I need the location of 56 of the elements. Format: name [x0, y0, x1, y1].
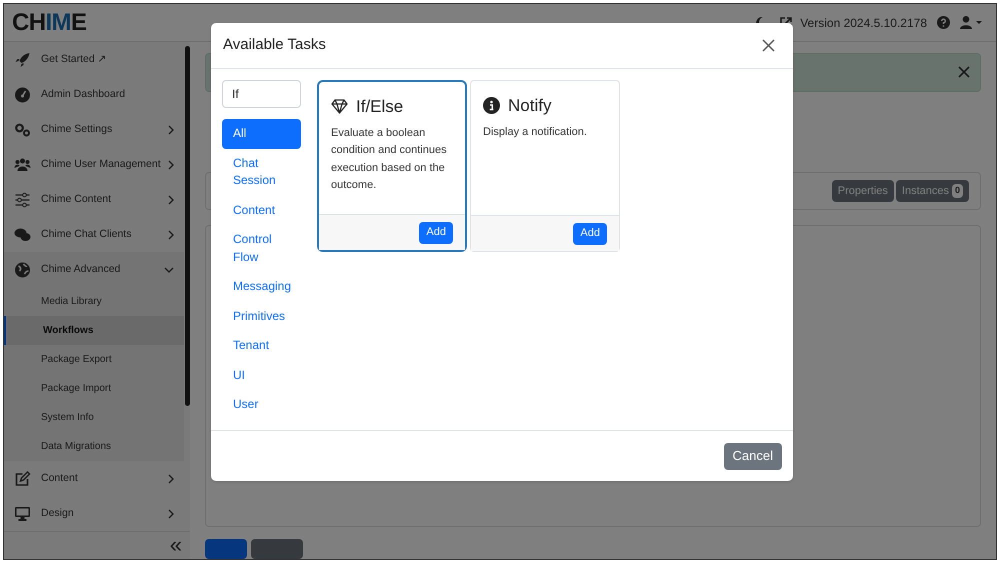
info-icon [483, 97, 500, 114]
search-field[interactable]: If [222, 80, 301, 108]
sidebar-subitem[interactable]: Media Library [4, 287, 184, 316]
sidebar-item[interactable]: Chime Chat Clients [4, 217, 184, 252]
task-description: Display a notification. [483, 124, 588, 140]
count-badge: 0 [952, 184, 963, 198]
add-button[interactable]: Add [419, 222, 453, 244]
sidebar-item[interactable]: Content [4, 461, 184, 496]
globe-icon [13, 262, 32, 278]
user-menu-icon[interactable] [960, 16, 982, 29]
users-icon [13, 156, 32, 172]
category-tab[interactable]: User [222, 390, 301, 420]
task-title: Notify [508, 95, 552, 117]
sidebar-item[interactable]: Chime Content [4, 182, 184, 217]
toolbar-button[interactable]: Properties [832, 180, 894, 202]
category-tab[interactable]: Content [222, 196, 301, 225]
category-tab[interactable]: Control Flow [222, 225, 301, 272]
sidebar-item[interactable]: Admin Dashboard [4, 77, 184, 112]
cancel-button[interactable]: Cancel [724, 442, 782, 470]
sidebar-subitem[interactable]: Data Migrations [4, 432, 184, 461]
chat-bubbles-icon [13, 226, 32, 242]
task-title: If/Else [356, 96, 404, 118]
sidebar-subitem[interactable]: Package Export [4, 345, 184, 374]
sidebar-item[interactable]: Design [4, 496, 184, 531]
category-tab[interactable]: Chat Session [222, 148, 301, 196]
task-card[interactable]: If/Else Evaluate a boolean condition and continues execution based on the outcome. Add [317, 80, 467, 252]
collapse-sidebar-button[interactable]: « [166, 534, 186, 556]
desktop-icon [13, 506, 32, 522]
diamond-icon [331, 99, 348, 114]
category-tab[interactable]: UI [222, 360, 301, 390]
sidebar-subitem[interactable]: System Info [4, 403, 184, 432]
add-button[interactable]: Add [573, 222, 607, 244]
modal-title: Available Tasks [223, 35, 326, 56]
sidebar-item[interactable]: Chime User Management [4, 147, 184, 182]
scrollbar[interactable] [185, 46, 190, 406]
category-tab[interactable]: Primitives [222, 302, 301, 331]
sidebar-item[interactable]: Get Started ↗ [4, 42, 184, 77]
gauge-icon [13, 86, 32, 102]
version-text: Version 2024.5.10.2178 [800, 14, 927, 32]
task-description: Evaluate a boolean condition and continues execution based on the outcome. [331, 126, 448, 193]
logo[interactable]: CHIME [12, 4, 86, 40]
category-tab[interactable]: All [222, 119, 301, 148]
close-icon[interactable] [762, 39, 775, 52]
category-tab[interactable]: Tenant [222, 331, 301, 360]
task-card[interactable]: Notify Display a notification. Add [470, 80, 620, 252]
category-tab[interactable]: Messaging [222, 272, 301, 302]
sidebar-item[interactable]: Chime Settings [4, 112, 184, 147]
close-icon[interactable] [958, 66, 970, 78]
help-icon[interactable] [937, 16, 950, 29]
toolbar-button[interactable]: Instances 0 [896, 180, 969, 202]
sidebar-subitem[interactable]: Workflows [4, 316, 184, 345]
edit-icon [13, 470, 32, 486]
sidebar-subitem[interactable]: Package Import [4, 374, 184, 403]
sliders-icon [13, 192, 32, 208]
rocket-icon [13, 52, 32, 68]
sidebar-item[interactable]: Chime Advanced [4, 252, 184, 287]
